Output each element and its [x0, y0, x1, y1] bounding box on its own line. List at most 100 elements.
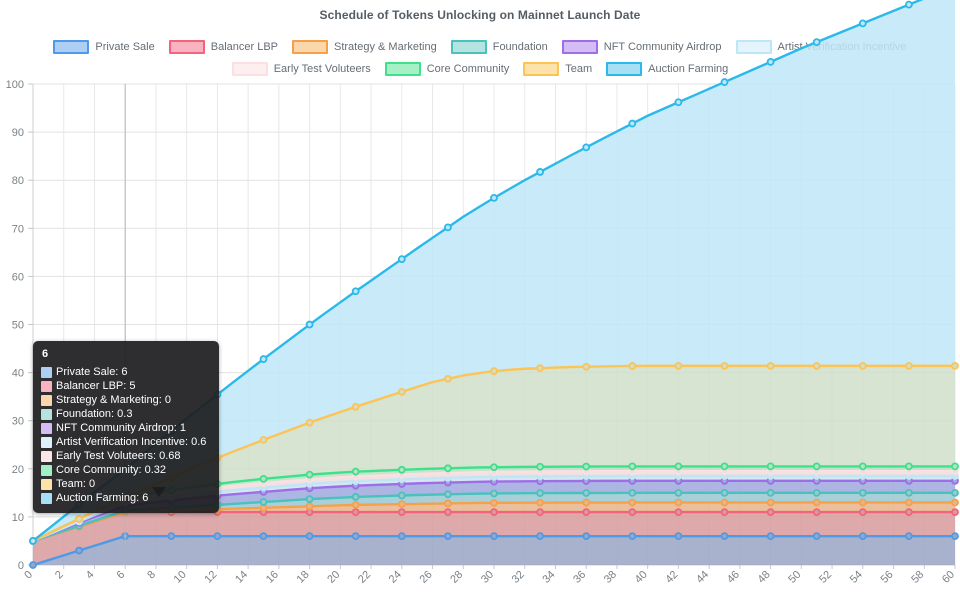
svg-text:0: 0 [22, 569, 35, 582]
data-point-marker [443, 490, 452, 499]
data-point-marker [720, 498, 729, 507]
tooltip-row: Auction Farming: 6 [41, 491, 211, 505]
data-point-marker [536, 498, 544, 507]
tooltip-row: Balancer LBP: 5 [41, 379, 211, 393]
data-point-marker [490, 498, 498, 507]
tooltip-series-swatch-icon [41, 478, 52, 490]
svg-text:10: 10 [12, 512, 24, 524]
tooltip-series-text: Private Sale: 6 [56, 366, 128, 378]
data-point-marker [351, 287, 360, 296]
data-point-marker [951, 532, 959, 541]
data-point-marker [351, 402, 360, 411]
svg-text:36: 36 [571, 569, 588, 586]
data-point-marker [905, 508, 913, 516]
data-point-marker [905, 488, 913, 497]
data-point-marker [75, 546, 83, 555]
svg-text:26: 26 [418, 569, 435, 586]
svg-text:52: 52 [817, 569, 834, 586]
svg-text:90: 90 [12, 127, 24, 139]
svg-text:40: 40 [633, 569, 650, 586]
data-point-marker [905, 0, 913, 9]
data-point-marker [351, 467, 360, 476]
svg-text:12: 12 [202, 569, 219, 586]
data-point-marker [766, 57, 775, 66]
data-point-marker [628, 119, 637, 128]
area-private-sale [33, 536, 955, 565]
data-point-marker [397, 387, 406, 396]
data-point-marker [259, 532, 268, 541]
tooltip-row: Early Test Voluteers: 0.68 [41, 449, 211, 463]
data-point-marker [582, 462, 591, 471]
svg-text:20: 20 [325, 569, 342, 586]
data-point-marker [812, 498, 821, 507]
svg-text:28: 28 [448, 569, 465, 586]
data-point-marker [305, 495, 314, 504]
data-point-marker [490, 193, 498, 202]
data-point-marker [858, 462, 867, 471]
data-point-marker [628, 508, 637, 516]
data-point-marker [951, 361, 959, 370]
tooltip-series-text: Balancer LBP: 5 [56, 380, 136, 392]
svg-text:58: 58 [909, 569, 926, 586]
tooltip-series-text: Artist Verification Incentive: 0.6 [56, 436, 207, 448]
data-point-marker [75, 514, 83, 523]
tooltip-series-text: Foundation: 0.3 [56, 408, 133, 420]
svg-text:46: 46 [725, 569, 742, 586]
tooltip-row: Strategy & Marketing: 0 [41, 393, 211, 407]
y-axis-ticks: 0 10 20 30 40 50 60 70 80 90 100 [6, 79, 33, 572]
data-point-marker [397, 500, 406, 509]
data-point-marker [951, 462, 959, 471]
svg-text:20: 20 [12, 464, 24, 476]
svg-text:42: 42 [663, 569, 680, 586]
data-point-marker [905, 462, 913, 471]
tooltip-series-swatch-icon [41, 366, 52, 378]
data-point-marker [628, 362, 637, 370]
data-point-marker [858, 508, 867, 516]
data-point-marker [674, 361, 683, 370]
data-point-marker [766, 361, 775, 370]
tooltip-row: Foundation: 0.3 [41, 407, 211, 421]
data-point-marker [536, 532, 544, 541]
tooltip-series-text: NFT Community Airdrop: 1 [56, 422, 187, 434]
data-point-marker [858, 488, 867, 497]
data-point-marker [582, 489, 591, 497]
data-point-marker [628, 532, 637, 541]
svg-text:34: 34 [540, 569, 557, 586]
data-point-marker [443, 374, 452, 383]
data-point-marker [951, 508, 959, 516]
data-point-marker [351, 532, 360, 541]
data-point-marker [582, 143, 591, 152]
svg-text:18: 18 [295, 569, 312, 586]
svg-text:10: 10 [172, 569, 189, 586]
data-point-marker [536, 489, 544, 498]
data-point-marker [305, 320, 314, 329]
data-point-marker [812, 488, 821, 497]
tooltip-series-swatch-icon [41, 464, 52, 476]
data-point-marker [351, 508, 360, 516]
svg-text:2: 2 [53, 569, 66, 582]
data-point-marker [397, 491, 406, 500]
svg-text:56: 56 [879, 569, 896, 586]
svg-text:40: 40 [12, 368, 24, 380]
data-point-marker [720, 78, 729, 86]
data-point-marker [29, 537, 37, 545]
svg-text:70: 70 [12, 223, 24, 235]
data-point-marker [397, 532, 406, 541]
tooltip-series-text: Early Test Voluteers: 0.68 [56, 450, 181, 462]
tooltip-series-swatch-icon [41, 408, 52, 420]
data-point-marker [674, 508, 683, 516]
data-point-marker [443, 499, 452, 508]
tooltip-series-swatch-icon [41, 394, 52, 406]
data-point-marker [305, 502, 314, 511]
data-point-marker [351, 500, 360, 509]
svg-text:22: 22 [356, 569, 373, 586]
svg-text:60: 60 [12, 271, 24, 283]
tooltip-row: NFT Community Airdrop: 1 [41, 421, 211, 435]
data-point-marker [812, 462, 821, 471]
data-point-marker [766, 488, 775, 497]
data-point-marker [582, 498, 591, 507]
data-point-marker [536, 462, 544, 471]
tooltip-rows: Private Sale: 6 Balancer LBP: 5 Strategy &… [41, 365, 211, 505]
data-point-marker [490, 367, 498, 375]
data-point-marker [905, 361, 913, 370]
